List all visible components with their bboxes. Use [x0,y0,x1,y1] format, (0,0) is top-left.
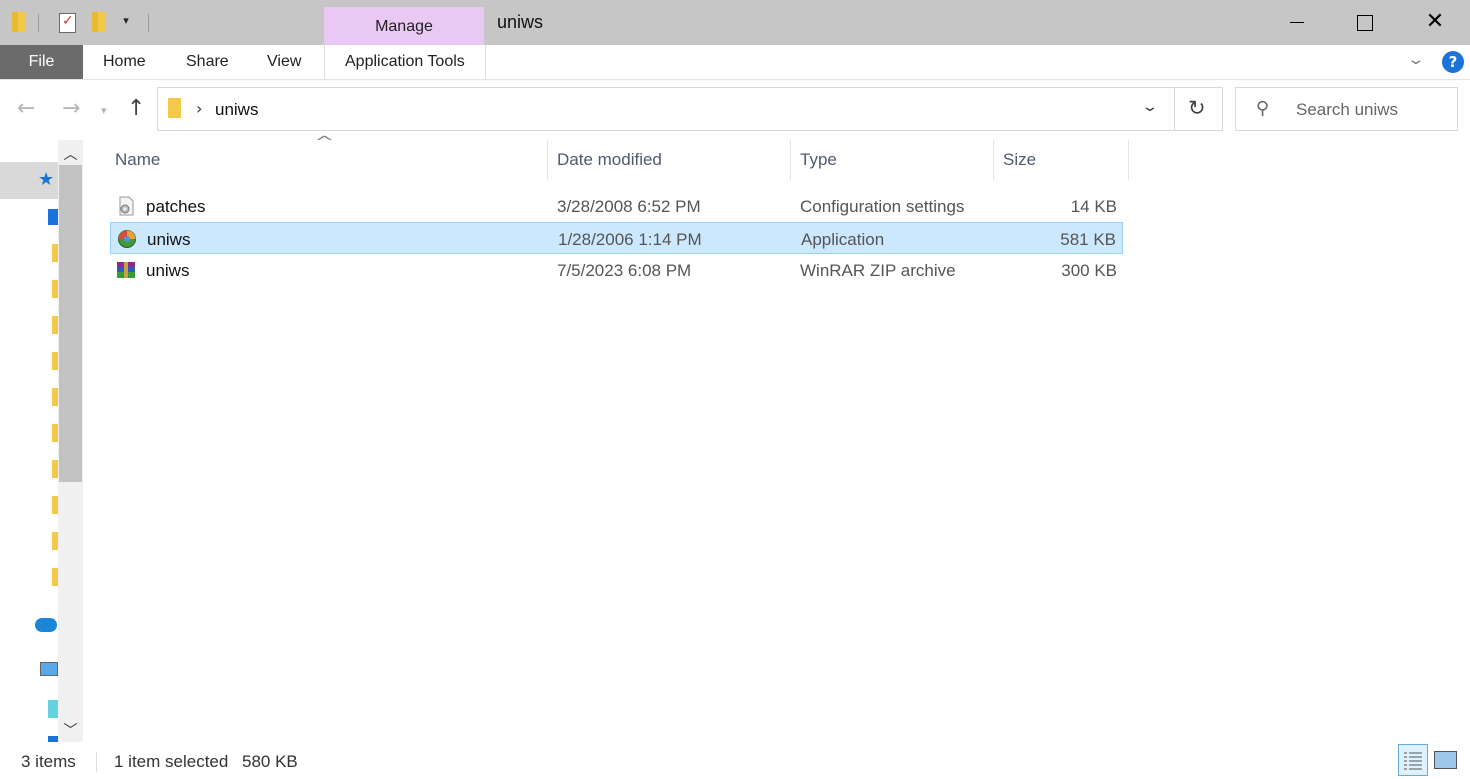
desktop-icon[interactable] [48,209,58,225]
address-bar[interactable]: › uniws ⌄ ↻ [157,87,1223,131]
column-header-name[interactable]: Name [115,150,160,170]
back-arrow-icon[interactable]: ← [17,96,35,121]
scrollbar-thumb[interactable] [59,165,82,482]
help-icon[interactable]: ? [1442,51,1464,73]
folder-icon [12,12,26,32]
address-dropdown-icon[interactable]: ⌄ [1141,99,1159,115]
scroll-up-icon[interactable]: ︿ [59,144,82,164]
column-divider[interactable] [1128,140,1129,180]
recent-locations-chevron-icon[interactable]: ▾ [101,104,107,117]
divider [1174,88,1175,130]
file-date: 1/28/2006 1:14 PM [558,230,702,249]
folder-icon [168,98,181,118]
file-date: 7/5/2023 6:08 PM [557,261,692,280]
column-divider[interactable] [993,140,994,180]
tab-file[interactable]: File [0,45,83,79]
file-row[interactable]: uniws 7/5/2023 6:08 PM WinRAR ZIP archiv… [110,254,1123,286]
maximize-button[interactable] [1340,0,1386,45]
qat-separator [38,14,39,32]
application-icon [118,230,136,248]
minimize-button[interactable] [1274,0,1320,45]
network-icon[interactable] [48,700,58,718]
divider [96,752,97,772]
title-bar: ✓ ▾ Manage uniws ✕ [0,0,1470,45]
large-icons-view-button[interactable] [1434,751,1457,769]
close-button[interactable]: ✕ [1412,0,1458,45]
file-type: WinRAR ZIP archive [800,261,956,280]
forward-arrow-icon[interactable]: → [62,96,80,121]
chevron-down-icon[interactable]: ⌄ [1406,52,1425,68]
file-size: 581 KB [1060,230,1116,249]
properties-icon[interactable]: ✓ [59,13,76,33]
up-arrow-icon[interactable]: ↑ [127,96,145,121]
tab-application-tools[interactable]: Application Tools [324,45,486,79]
tab-home[interactable]: Home [103,45,146,79]
tab-share[interactable]: Share [186,45,229,79]
qat-dropdown-icon[interactable]: ▾ [119,14,133,27]
file-name: uniws [146,261,190,280]
onedrive-icon[interactable] [35,618,57,632]
nav-item-quick-access[interactable]: ★ [0,162,58,199]
file-name: patches [146,197,206,216]
search-icon: ⚲ [1256,98,1270,119]
this-pc-icon[interactable] [40,662,58,676]
ribbon-tabs: File Home Share View Application Tools ⌄… [0,45,1470,80]
tab-view[interactable]: View [267,45,301,79]
window-title: uniws [497,12,544,32]
search-input[interactable]: Search uniws [1296,100,1398,120]
scroll-down-icon[interactable]: ﹀ [59,720,82,740]
column-divider[interactable] [790,140,791,180]
winrar-archive-icon [117,262,135,278]
item-count: 3 items [21,752,76,771]
refresh-icon[interactable]: ↻ [1188,96,1206,120]
breadcrumb-uniws[interactable]: uniws [215,100,258,120]
selection-size: 580 KB [242,752,298,771]
new-folder-icon[interactable] [92,12,106,32]
details-view-icon [1404,752,1422,770]
column-header-type[interactable]: Type [800,150,837,170]
file-size: 14 KB [1070,197,1117,216]
breadcrumb-chevron-icon[interactable]: › [196,99,202,118]
column-header-date-modified[interactable]: Date modified [557,150,662,170]
column-header-size[interactable]: Size [1003,150,1036,170]
file-size: 300 KB [1061,261,1117,280]
sort-ascending-icon: ^ [314,133,335,151]
tab-manage[interactable]: Manage [324,7,484,45]
star-icon: ★ [38,169,55,190]
status-bar: 3 items 1 item selected 580 KB [0,742,1470,779]
config-file-icon [119,196,134,216]
qat-separator [148,14,149,32]
search-box[interactable]: ⚲ Search uniws [1235,87,1458,131]
file-name: uniws [147,230,191,249]
file-date: 3/28/2008 6:52 PM [557,197,701,216]
file-row[interactable]: patches 3/28/2008 6:52 PM Configuration … [110,190,1123,222]
details-view-button[interactable] [1398,744,1428,776]
file-type: Application [801,230,885,249]
file-type: Configuration settings [800,197,965,216]
file-row[interactable]: uniws 1/28/2006 1:14 PM Application 581 … [110,222,1123,254]
column-divider[interactable] [547,140,548,180]
selection-count: 1 item selected [114,752,229,771]
